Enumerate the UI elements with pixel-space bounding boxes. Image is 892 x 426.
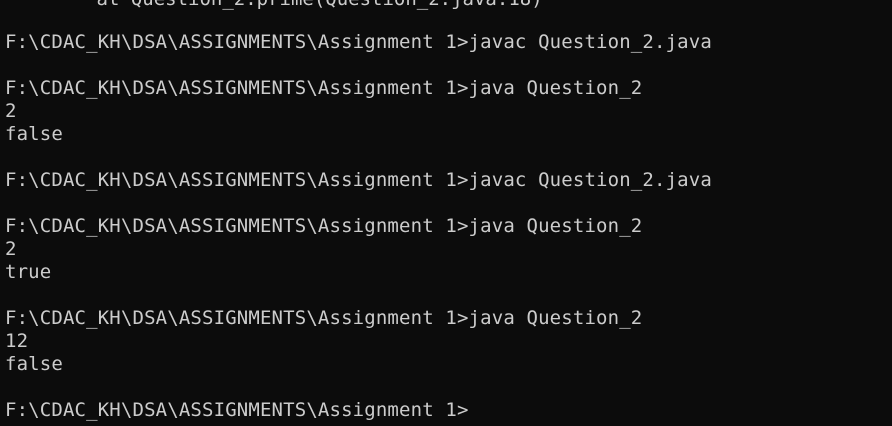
terminal-line: 2	[5, 238, 17, 260]
terminal-window[interactable]: at Question_2.prime(Question_2.java:18) …	[0, 0, 892, 426]
terminal-line: F:\CDAC_KH\DSA\ASSIGNMENTS\Assignment 1>…	[5, 215, 643, 237]
terminal-line: 2	[5, 100, 17, 122]
terminal-line: F:\CDAC_KH\DSA\ASSIGNMENTS\Assignment 1>…	[5, 77, 643, 99]
terminal-line: false	[5, 353, 63, 375]
terminal-line: 12	[5, 330, 29, 352]
terminal-partial-line: at Question_2.prime(Question_2.java:18)	[5, 0, 543, 11]
terminal-line: F:\CDAC_KH\DSA\ASSIGNMENTS\Assignment 1>…	[5, 31, 712, 53]
terminal-line: true	[5, 261, 52, 283]
terminal-prompt[interactable]: F:\CDAC_KH\DSA\ASSIGNMENTS\Assignment 1>	[5, 399, 469, 422]
terminal-line: F:\CDAC_KH\DSA\ASSIGNMENTS\Assignment 1>…	[5, 169, 712, 191]
terminal-line: F:\CDAC_KH\DSA\ASSIGNMENTS\Assignment 1>…	[5, 307, 643, 329]
terminal-line: false	[5, 123, 63, 145]
